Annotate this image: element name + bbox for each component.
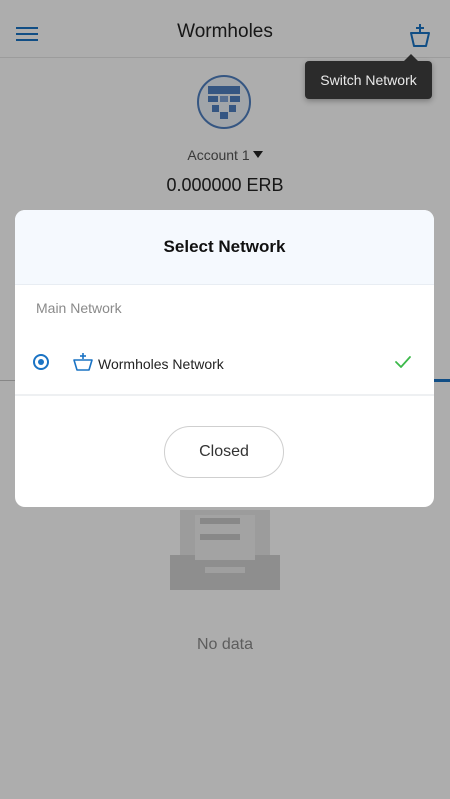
close-button[interactable]: Closed	[164, 426, 284, 478]
radio-selected[interactable]	[33, 354, 49, 370]
select-network-dialog: Select Network Main Network Wormholes Ne…	[15, 210, 434, 507]
network-option-wormholes[interactable]: Wormholes Network	[15, 344, 434, 384]
check-icon	[395, 356, 411, 368]
network-basket-icon	[73, 353, 93, 371]
switch-network-tooltip: Switch Network	[305, 54, 432, 99]
dialog-divider	[15, 394, 434, 396]
dialog-header: Select Network	[15, 210, 434, 285]
dialog-title: Select Network	[163, 237, 286, 256]
network-label: Wormholes Network	[98, 356, 224, 372]
section-label: Main Network	[36, 300, 122, 316]
